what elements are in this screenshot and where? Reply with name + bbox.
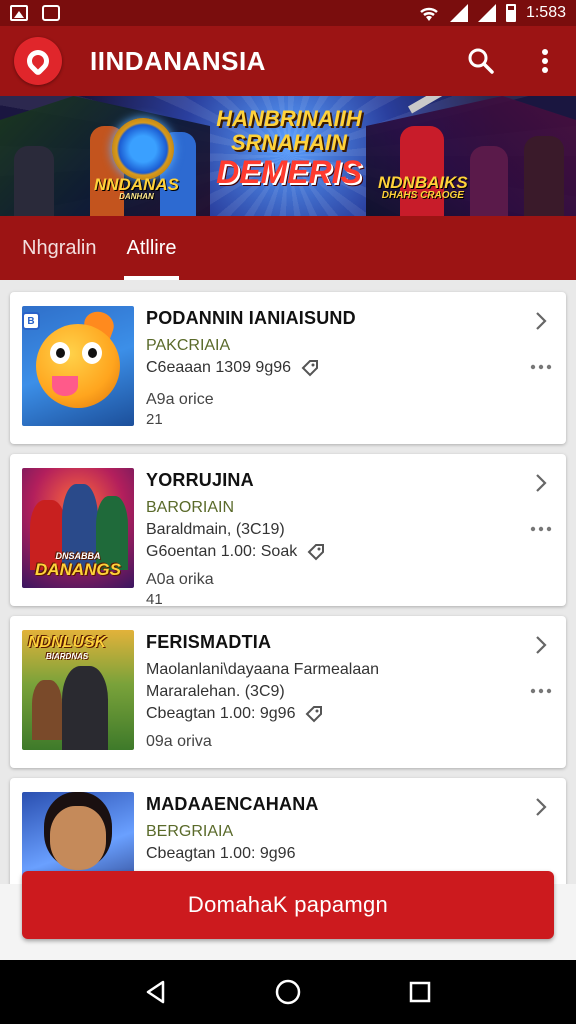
- home-button[interactable]: [268, 972, 308, 1012]
- banner-figure: [400, 126, 444, 216]
- game-meta-text: G6oentan 1.00: Soak: [146, 543, 298, 560]
- app-actions: [464, 44, 562, 78]
- wifi-icon: [420, 7, 438, 21]
- game-meta: Cbeagtan 1.00: 9g96: [146, 705, 554, 723]
- tag-icon: [301, 360, 319, 377]
- chevron-right-icon[interactable]: [530, 634, 552, 656]
- recents-button[interactable]: [400, 972, 440, 1012]
- status-right: 1:583: [418, 4, 566, 22]
- chevron-right-icon[interactable]: [530, 796, 552, 818]
- game-rank: 21: [146, 411, 163, 428]
- game-badge-icon: B: [22, 312, 40, 330]
- list-item[interactable]: DNSABBA DANANGS YORRUJINA BARORIAIN Bara…: [10, 454, 566, 608]
- banner-left-logo-sub: DANHAN: [119, 192, 154, 201]
- game-title: PODANNIN IANIAISUND: [146, 308, 356, 328]
- more-horizontal-icon[interactable]: [528, 684, 554, 698]
- game-meta-text: Cbeagtan 1.00: 9g96: [146, 705, 296, 722]
- mascot-art: [36, 324, 120, 408]
- app-logo[interactable]: [14, 37, 62, 85]
- banner-right-logo-sub: DHAHS CRAOGE: [381, 190, 464, 201]
- banner-headline-3: DEMERIS: [216, 154, 362, 190]
- banner-shield-icon: [112, 118, 174, 180]
- app-title: IINDANANSIA: [90, 45, 266, 76]
- game-meta: C6eaaan 1309 9g96: [146, 359, 554, 377]
- recents-square-icon: [409, 981, 431, 1003]
- game-meta: G6oentan 1.00: Soak: [146, 543, 554, 561]
- more-horizontal-icon[interactable]: [528, 360, 554, 374]
- tab-bar: Nhgralin Atllire: [0, 216, 576, 280]
- signal-icon-2: [477, 4, 496, 22]
- app-bar: IINDANANSIA: [0, 26, 576, 96]
- banner-headline-1: HANBRINAIIH: [216, 106, 362, 131]
- mascot-tongue: [52, 376, 78, 396]
- game-category: Maolanlani\dayaana Farmealaan: [146, 661, 380, 678]
- tab-atllire[interactable]: Atllire: [124, 216, 179, 280]
- signal-icon: [449, 4, 468, 22]
- banner-headline: HANBRINAIIH SRNAHAIN DEMERIS: [214, 106, 364, 190]
- search-button[interactable]: [464, 44, 498, 78]
- mascot-eye: [82, 342, 102, 364]
- banner-figure: [524, 136, 564, 216]
- battery-icon: [505, 4, 516, 22]
- card-body: PODANNIN IANIAISUND PAKCRIAIA C6eaaan 13…: [146, 306, 554, 430]
- game-meta-text: Cbeagtan 1.00: 9g96: [146, 845, 296, 862]
- system-nav-bar: [0, 960, 576, 1024]
- home-circle-icon: [275, 979, 301, 1005]
- game-thumbnail: DNSABBA DANANGS: [22, 468, 134, 588]
- game-title: MADAAENCAHANA: [146, 794, 319, 814]
- list-item[interactable]: B PODANNIN IANIAISUND PAKCRIAIA C6eaaan …: [10, 292, 566, 444]
- thumb-logo: NDNLUSK BIARDNAS: [28, 634, 106, 661]
- more-horizontal-icon[interactable]: [528, 522, 554, 536]
- status-bar: 1:583: [0, 0, 576, 26]
- game-category: BERGRIAIA: [146, 823, 234, 840]
- status-left: [10, 5, 60, 21]
- status-time: 1:583: [525, 4, 566, 21]
- banner-left-logo: NNDANAS DANHAN: [94, 176, 179, 201]
- game-category: PAKCRIAIA: [146, 337, 231, 354]
- message-notification-icon: [42, 5, 60, 21]
- card-body: YORRUJINA BARORIAIN Baraldmain, (3C19) G…: [146, 468, 554, 608]
- game-title: YORRUJINA: [146, 470, 254, 490]
- game-title: FERISMADTIA: [146, 632, 272, 652]
- chevron-right-icon[interactable]: [530, 472, 552, 494]
- thumb-logo: DNSABBA DANANGS: [26, 552, 130, 579]
- thumb-portrait: [50, 806, 106, 870]
- promo-banner[interactable]: HANBRINAIIH SRNAHAIN DEMERIS NNDANAS DAN…: [0, 96, 576, 216]
- tab-nhgralin[interactable]: Nhgralin: [22, 216, 96, 280]
- list-item[interactable]: NDNLUSK BIARDNAS FERISMADTIA Maolanlani\…: [10, 616, 566, 768]
- banner-figure: [14, 146, 54, 216]
- app-logo-icon: [22, 45, 54, 77]
- gallery-notification-icon: [10, 5, 28, 21]
- download-button[interactable]: DomahaK papamgn: [22, 871, 554, 939]
- game-meta-extra: Mararalehan. (3C9): [146, 683, 285, 700]
- chevron-right-icon[interactable]: [530, 310, 552, 332]
- game-list: B PODANNIN IANIAISUND PAKCRIAIA C6eaaan …: [0, 280, 576, 960]
- back-button[interactable]: [136, 972, 176, 1012]
- overflow-menu-button[interactable]: [528, 44, 562, 78]
- game-thumbnail: NDNLUSK BIARDNAS: [22, 630, 134, 750]
- game-meta-extra: Baraldmain, (3C19): [146, 521, 285, 538]
- thumb-logo-text: DANANGS: [35, 560, 121, 579]
- more-vertical-icon: [542, 49, 548, 73]
- tag-icon: [306, 706, 323, 723]
- search-icon: [468, 48, 494, 74]
- mascot-eye: [50, 342, 70, 364]
- back-triangle-icon: [146, 980, 165, 1004]
- banner-headline-2: SRNAHAIN: [230, 130, 348, 155]
- thumb-figure: [62, 666, 108, 750]
- thumb-logo-text: NDNLUSK: [28, 634, 107, 651]
- game-rank: 41: [146, 591, 163, 608]
- game-offer: A0a orika: [146, 571, 214, 588]
- banner-figure: [470, 146, 508, 216]
- game-meta-text: C6eaaan 1309 9g96: [146, 359, 292, 376]
- game-offer: A9a orice: [146, 391, 214, 408]
- game-offer: 09a oriva: [146, 733, 212, 750]
- thumb-figure: [32, 680, 62, 740]
- game-category: BARORIAIN: [146, 499, 235, 516]
- banner-right-logo: NDNBAIKS DHAHS CRAOGE: [378, 174, 468, 201]
- thumb-logo-small: BIARDNAS: [45, 652, 89, 661]
- game-meta: Cbeagtan 1.00: 9g96: [146, 845, 554, 863]
- card-body: FERISMADTIA Maolanlani\dayaana Farmealaa…: [146, 630, 554, 754]
- tag-icon: [307, 544, 325, 561]
